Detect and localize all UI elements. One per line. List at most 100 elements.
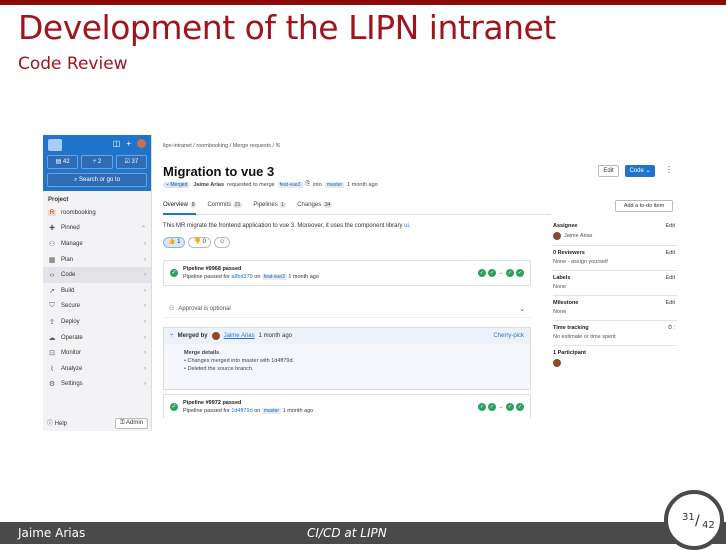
avatar bbox=[553, 232, 561, 240]
sidebar-item-secure[interactable]: ⛉ Secure › bbox=[43, 299, 151, 315]
stage-passed-icon[interactable]: ✓ bbox=[478, 269, 486, 277]
merger-link[interactable]: Jaime Arias bbox=[224, 333, 255, 339]
sidebar-toggle-icon[interactable]: ◫ bbox=[113, 139, 121, 148]
sidebar-item-analyze[interactable]: ⌇ Analyze › bbox=[43, 361, 151, 377]
slide-top-bar bbox=[0, 0, 726, 5]
tab-pipelines[interactable]: Pipelines 1 bbox=[253, 199, 287, 215]
sidebar-item-pinned[interactable]: ✚ Pinned ⌃ bbox=[43, 221, 151, 237]
approval-icon: ⚇ bbox=[169, 306, 175, 312]
sidebar-header: ◫ + ▤ 42 ⑂ 2 ☑ 37 ⌕ Search or go to bbox=[43, 135, 151, 191]
pipeline-stages[interactable]: ✓ ✓ → ✓ ✓ bbox=[478, 269, 524, 277]
search-button[interactable]: ⌕ Search or go to bbox=[47, 173, 147, 187]
sidebar-item-settings[interactable]: ⚙ Settings › bbox=[43, 377, 151, 393]
sidebar-item-code[interactable]: ‹› Code › bbox=[43, 267, 151, 283]
target-branch[interactable]: master bbox=[324, 181, 345, 188]
chevron-down-icon[interactable]: ⌄ bbox=[519, 305, 525, 313]
edit-button[interactable]: Edit bbox=[598, 165, 619, 177]
mr-time: 1 month ago bbox=[347, 181, 378, 188]
commit-link[interactable]: a8bd379 bbox=[231, 274, 252, 280]
labels-block: Labels Edit None bbox=[553, 271, 677, 296]
sidebar-item-label: Operate bbox=[61, 334, 83, 341]
more-actions-icon[interactable]: ⋮ bbox=[665, 165, 673, 174]
sidebar-item-label: Pinned bbox=[61, 225, 80, 232]
page-separator: / bbox=[695, 513, 700, 529]
stage-passed-icon[interactable]: ✓ bbox=[516, 269, 524, 277]
chevron-icon: › bbox=[144, 303, 146, 310]
sidebar-item-build[interactable]: ➚ Build › bbox=[43, 283, 151, 299]
sidebar-item-plan[interactable]: ▦ Plan › bbox=[43, 252, 151, 268]
pipeline-link[interactable]: Pipeline #9972 passed bbox=[183, 400, 241, 406]
slide-subtitle: Code Review bbox=[18, 54, 128, 74]
chevron-icon: ⌃ bbox=[140, 225, 146, 232]
sidebar-item-operate[interactable]: ☁ Operate › bbox=[43, 330, 151, 346]
reviewers-edit-button[interactable]: Edit bbox=[666, 250, 675, 256]
sidebar-item-monitor[interactable]: ⊡ Monitor › bbox=[43, 345, 151, 361]
code-button[interactable]: Code ⌄ bbox=[625, 165, 655, 177]
slide-title: Development of the LIPN intranet bbox=[18, 8, 556, 47]
thumbs-down-button[interactable]: 👎 0 bbox=[188, 237, 211, 248]
admin-button[interactable]: ⚿ Admin bbox=[115, 418, 148, 429]
pipeline-card: ✓ Pipeline #9972 passed Pipeline passed … bbox=[163, 394, 531, 419]
mr-tabs: Overview 0 Commits 21 Pipelines 1 Change… bbox=[163, 199, 551, 215]
chevron-icon: › bbox=[144, 350, 146, 357]
gitlab-screenshot: ◫ + ▤ 42 ⑂ 2 ☑ 37 ⌕ Search or go to Proj… bbox=[43, 135, 679, 431]
avatar[interactable] bbox=[137, 139, 146, 148]
merge-requests-count[interactable]: ⑂ 2 bbox=[81, 155, 113, 169]
plus-icon[interactable]: + bbox=[126, 139, 131, 148]
chevron-icon: › bbox=[144, 381, 146, 388]
page-current: 31 bbox=[682, 512, 695, 523]
copy-icon[interactable]: ⎘ bbox=[306, 181, 310, 188]
labels-edit-button[interactable]: Edit bbox=[666, 275, 675, 281]
commit-link[interactable]: 1d4ff79d bbox=[231, 408, 252, 414]
author-name[interactable]: Jaime Arias bbox=[193, 182, 224, 188]
branch-link[interactable]: feat-vue3 bbox=[261, 274, 287, 280]
sidebar-header-icons: ◫ + bbox=[113, 139, 146, 148]
todos-count[interactable]: ☑ 37 bbox=[115, 155, 147, 169]
issues-count[interactable]: ▤ 42 bbox=[47, 155, 79, 169]
sidebar-item-project[interactable]: R roombooking bbox=[43, 205, 151, 221]
sidebar-footer: ⓘ Help ⚿ Admin bbox=[43, 418, 152, 429]
tab-overview[interactable]: Overview 0 bbox=[163, 199, 197, 215]
chevron-icon: › bbox=[144, 334, 146, 341]
tab-changes[interactable]: Changes 34 bbox=[297, 199, 333, 215]
thumbs-up-button[interactable]: 👍 1 bbox=[163, 237, 186, 248]
time-tracking-icons[interactable]: ⏱ ⋮ bbox=[668, 325, 675, 332]
deploy-icon: ⇪ bbox=[49, 318, 55, 326]
stage-passed-icon[interactable]: ✓ bbox=[478, 403, 486, 411]
slide-footer: Jaime Arias CI/CD at LIPN bbox=[0, 522, 726, 544]
tab-commits[interactable]: Commits 21 bbox=[207, 199, 243, 215]
sidebar-item-label: Analyze bbox=[61, 365, 83, 372]
rocket-icon: ➚ bbox=[49, 287, 55, 295]
stage-passed-icon[interactable]: ✓ bbox=[516, 403, 524, 411]
assignee-name[interactable]: Jaime Arias bbox=[564, 233, 592, 239]
gitlab-logo-icon[interactable] bbox=[48, 139, 62, 151]
sidebar-item-deploy[interactable]: ⇪ Deploy › bbox=[43, 314, 151, 330]
breadcrumb[interactable]: lipn-intranet / roombooking / Merge requ… bbox=[163, 143, 280, 149]
approval-section[interactable]: ⚇ Approval is optional ⌄ bbox=[163, 300, 531, 318]
assignee-edit-button[interactable]: Edit bbox=[666, 223, 675, 229]
pipeline-link[interactable]: Pipeline #9968 passed bbox=[183, 266, 241, 272]
sidebar-item-label: Secure bbox=[61, 303, 81, 310]
stage-passed-icon[interactable]: ✓ bbox=[506, 403, 514, 411]
add-reaction-icon[interactable]: ☺ bbox=[213, 237, 231, 248]
stage-passed-icon[interactable]: ✓ bbox=[506, 269, 514, 277]
right-sidebar: Assignee Edit Jaime Arias 0 Reviewers Ed… bbox=[553, 219, 677, 372]
sidebar-item-manage[interactable]: ⚇ Manage › bbox=[43, 236, 151, 252]
pipeline-stages[interactable]: ✓ ✓ → ✓ ✓ bbox=[478, 403, 524, 411]
branch-link[interactable]: master bbox=[261, 408, 282, 414]
chevron-icon: › bbox=[144, 240, 146, 247]
cloud-icon: ☁ bbox=[48, 334, 56, 342]
milestone-edit-button[interactable]: Edit bbox=[666, 300, 675, 306]
milestone-block: Milestone Edit None bbox=[553, 296, 677, 321]
avatar[interactable] bbox=[553, 359, 561, 367]
cherry-pick-button[interactable]: Cherry-pick bbox=[493, 333, 524, 339]
pipeline-card: ✓ Pipeline #9968 passed Pipeline passed … bbox=[163, 260, 531, 286]
description-link[interactable]: ui bbox=[404, 223, 409, 229]
stage-passed-icon[interactable]: ✓ bbox=[488, 403, 496, 411]
add-todo-button[interactable]: Add a to-do item bbox=[615, 200, 673, 212]
page-total: 42 bbox=[702, 520, 715, 531]
stage-passed-icon[interactable]: ✓ bbox=[488, 269, 496, 277]
pin-icon: ✚ bbox=[49, 225, 55, 233]
help-button[interactable]: ⓘ Help bbox=[47, 418, 67, 429]
source-branch[interactable]: feat-vue3 bbox=[277, 181, 303, 188]
